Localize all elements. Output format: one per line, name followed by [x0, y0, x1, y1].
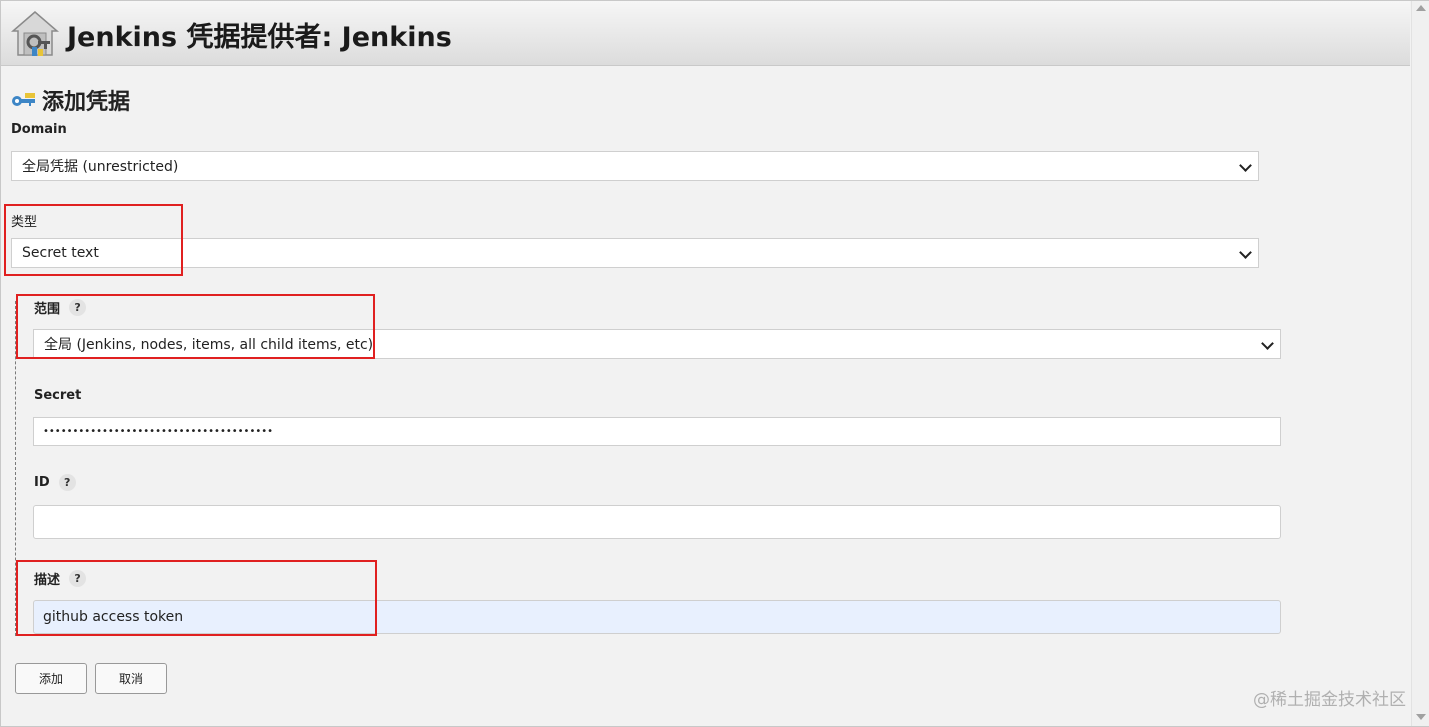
- chevron-down-icon: [1239, 159, 1252, 172]
- secret-label-text: Secret: [34, 388, 82, 403]
- scope-highlight-box: [16, 294, 375, 359]
- watermark: @稀土掘金技术社区: [1253, 690, 1406, 710]
- add-button[interactable]: 添加: [15, 663, 87, 694]
- type-select[interactable]: Secret text: [11, 238, 1259, 268]
- domain-label-text: Domain: [11, 122, 67, 137]
- key-icon: [12, 93, 35, 106]
- id-help-icon[interactable]: ?: [58, 474, 76, 491]
- id-input[interactable]: [33, 505, 1281, 539]
- type-highlight-box: [4, 204, 183, 276]
- scroll-up-arrow-icon[interactable]: [1416, 5, 1426, 11]
- domain-select-value: 全局凭据 (unrestricted): [22, 159, 179, 175]
- scroll-down-arrow-icon[interactable]: [1416, 714, 1426, 720]
- credentials-house-icon: [10, 11, 60, 56]
- chevron-down-icon: [1261, 337, 1274, 350]
- cancel-button[interactable]: 取消: [95, 663, 167, 694]
- page-header: Jenkins 凭据提供者: Jenkins: [1, 1, 1410, 66]
- secret-input[interactable]: •••••••••••••••••••••••••••••••••••••••: [33, 417, 1281, 446]
- secret-label: Secret: [34, 388, 81, 403]
- secret-input-value: •••••••••••••••••••••••••••••••••••••••: [43, 426, 274, 437]
- description-highlight-box: [16, 560, 377, 636]
- chevron-down-icon: [1239, 246, 1252, 259]
- domain-label: Domain: [11, 122, 67, 137]
- vertical-scrollbar[interactable]: [1411, 1, 1429, 726]
- page-title: Jenkins 凭据提供者: Jenkins: [67, 22, 452, 53]
- jenkins-window: Jenkins 凭据提供者: Jenkins 添加凭据 Domain 全局凭据 …: [0, 0, 1429, 727]
- domain-select[interactable]: 全局凭据 (unrestricted): [11, 151, 1259, 181]
- id-label-text: ID: [34, 475, 50, 490]
- id-label: ID ?: [34, 474, 76, 491]
- section-title: 添加凭据: [42, 90, 131, 115]
- section-heading: 添加凭据: [11, 85, 130, 115]
